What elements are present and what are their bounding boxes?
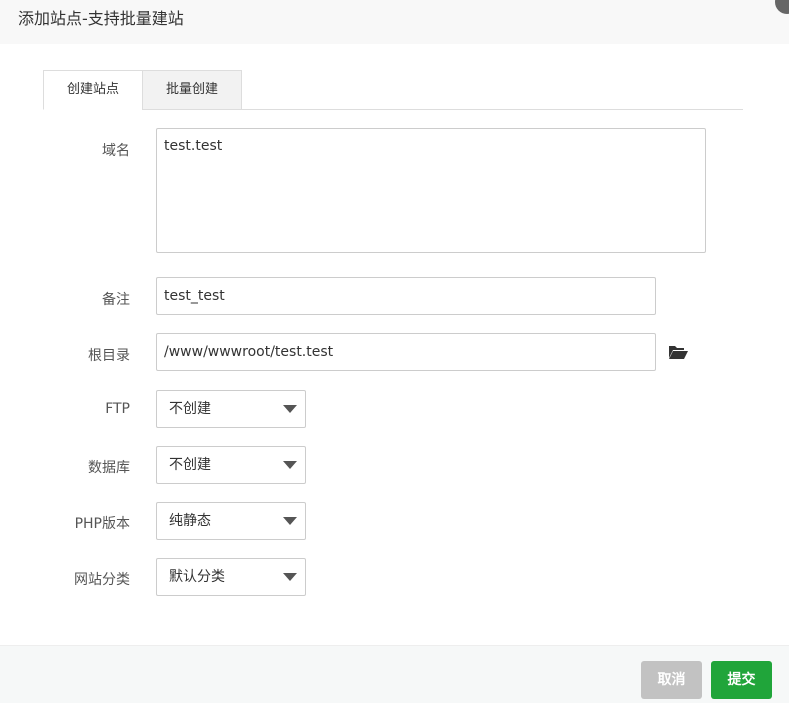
php-version-select[interactable]: 纯静态 [156, 502, 306, 540]
dialog-titlebar: 添加站点-支持批量建站 [0, 0, 789, 44]
php-version-select-value: 纯静态 [169, 513, 211, 529]
category-select-value: 默认分类 [169, 569, 225, 585]
folder-open-icon[interactable] [668, 344, 688, 360]
tab-create-site[interactable]: 创建站点 [43, 70, 143, 110]
chevron-down-icon [283, 405, 297, 413]
remark-label: 备注 [102, 292, 130, 308]
dialog-title: 添加站点-支持批量建站 [18, 9, 184, 28]
tab-batch-create[interactable]: 批量创建 [142, 70, 242, 110]
domain-label: 域名 [102, 143, 130, 159]
database-select[interactable]: 不创建 [156, 446, 306, 484]
tab-bar: 创建站点 批量创建 [43, 70, 743, 110]
submit-button[interactable]: 提交 [711, 661, 772, 699]
chevron-down-icon [283, 461, 297, 469]
root-dir-label: 根目录 [88, 348, 130, 364]
ftp-label: FTP [105, 401, 130, 417]
remark-input[interactable]: test_test [156, 277, 656, 315]
cancel-button[interactable]: 取消 [641, 661, 702, 699]
ftp-select-value: 不创建 [169, 401, 211, 417]
dialog-footer: 取消 提交 [0, 645, 789, 703]
category-select[interactable]: 默认分类 [156, 558, 306, 596]
database-label: 数据库 [88, 460, 130, 476]
database-select-value: 不创建 [169, 457, 211, 473]
chevron-down-icon [283, 573, 297, 581]
domain-textarea[interactable]: test.test [156, 128, 706, 253]
php-version-label: PHP版本 [74, 516, 130, 532]
chevron-down-icon [283, 517, 297, 525]
root-dir-input[interactable]: /www/wwwroot/test.test [156, 333, 656, 371]
category-label: 网站分类 [74, 572, 130, 588]
ftp-select[interactable]: 不创建 [156, 390, 306, 428]
